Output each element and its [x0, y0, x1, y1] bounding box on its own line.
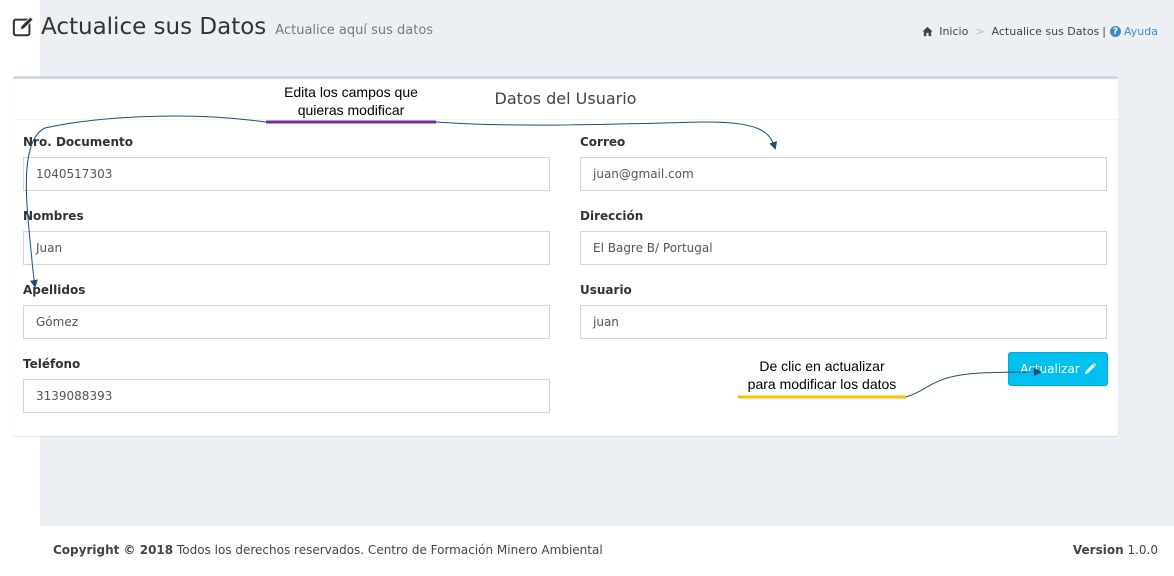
nombres-label: Nombres	[23, 209, 84, 223]
help-link[interactable]: ? Ayuda	[1106, 25, 1158, 38]
help-label: Ayuda	[1124, 25, 1158, 38]
question-circle-icon: ?	[1110, 26, 1122, 37]
copyright: Copyright © 2018 Todos los derechos rese…	[53, 543, 603, 557]
documento-input[interactable]: 1040517303	[23, 157, 550, 191]
home-icon	[922, 26, 933, 37]
correo-label: Correo	[580, 135, 626, 149]
edit-hint-line2: quieras modificar	[297, 102, 405, 118]
breadcrumb: Inicio > Actualice sus Datos | ? Ayuda	[922, 25, 1158, 38]
copyright-text: Todos los derechos reservados. Centro de…	[176, 543, 603, 557]
form-title: Datos del Usuario	[494, 89, 637, 108]
direccion-label: Dirección	[580, 209, 644, 223]
pencil-icon	[1084, 363, 1096, 374]
user-data-form: Datos del Usuario Nro. Documento 1040517…	[13, 76, 1118, 436]
documento-label: Nro. Documento	[23, 135, 133, 149]
update-button[interactable]: Actualizar	[1008, 352, 1108, 386]
telefono-label: Teléfono	[23, 357, 81, 371]
version-label: Version	[1072, 543, 1124, 557]
usuario-input[interactable]: juan	[580, 305, 1107, 339]
apellidos-input[interactable]: Gómez	[23, 305, 550, 339]
copyright-bold: Copyright © 2018	[53, 543, 174, 557]
update-hint-annotation: De clic en actualizar para modificar los…	[734, 357, 910, 393]
direccion-input[interactable]: El Bagre B/ Portugal	[580, 231, 1107, 265]
version-value: 1.0.0	[1127, 543, 1158, 557]
usuario-field-group: Usuario juan	[580, 283, 1107, 339]
correo-field-group: Correo juan@gmail.com	[580, 135, 1107, 191]
telefono-input[interactable]: 3139088393	[23, 379, 550, 413]
update-hint-line1: De clic en actualizar	[759, 358, 885, 374]
usuario-label: Usuario	[580, 283, 632, 297]
telefono-field-group: Teléfono 3139088393	[23, 357, 550, 413]
edit-icon	[12, 16, 34, 37]
update-button-label: Actualizar	[1020, 362, 1080, 376]
documento-field-group: Nro. Documento 1040517303	[23, 135, 550, 191]
page-title: Actualice sus Datos	[41, 14, 267, 40]
page-header: Actualice sus Datos Actualice aquí sus d…	[12, 14, 433, 40]
apellidos-label: Apellidos	[23, 283, 86, 297]
correo-input[interactable]: juan@gmail.com	[580, 157, 1107, 191]
breadcrumb-home-link[interactable]: Inicio	[939, 25, 968, 38]
nombres-input[interactable]: Juan	[23, 231, 550, 265]
form-header-divider	[13, 119, 1118, 120]
breadcrumb-current: Actualice sus Datos	[991, 25, 1100, 38]
page-subtitle: Actualice aquí sus datos	[275, 23, 434, 38]
edit-hint-line1: Edita los campos que	[284, 84, 418, 100]
nombres-field-group: Nombres Juan	[23, 209, 550, 265]
edit-hint-annotation: Edita los campos que quieras modificar	[266, 83, 436, 119]
footer: Copyright © 2018 Todos los derechos rese…	[53, 543, 1158, 557]
apellidos-field-group: Apellidos Gómez	[23, 283, 550, 339]
version: Version 1.0.0	[1073, 543, 1158, 557]
update-hint-line2: para modificar los datos	[747, 376, 897, 392]
direccion-field-group: Dirección El Bagre B/ Portugal	[580, 209, 1107, 265]
breadcrumb-chevron-icon: >	[975, 25, 985, 38]
